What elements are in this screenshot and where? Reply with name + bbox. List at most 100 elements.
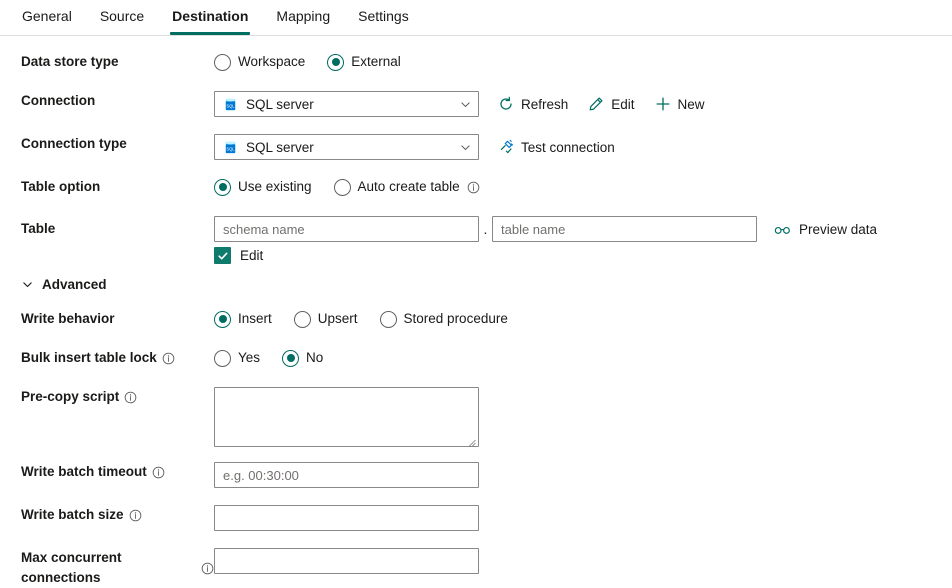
radio-group-bulk-insert-table-lock: Yes No	[214, 349, 323, 367]
radio-icon-yes[interactable]	[214, 350, 231, 367]
row-bulk-insert-table-lock: Bulk insert table lock Yes No	[0, 348, 952, 370]
radio-icon-use-existing[interactable]	[214, 179, 231, 196]
control-table-option: Use existing Auto create table	[214, 177, 952, 197]
radio-icon-workspace[interactable]	[214, 54, 231, 71]
row-table: Table . Preview data	[0, 216, 952, 264]
row-table-option: Table option Use existing Auto create ta…	[0, 177, 952, 199]
radio-option-no[interactable]: No	[282, 349, 323, 367]
sql-server-icon: SQL	[223, 97, 238, 112]
advanced-label: Advanced	[42, 277, 107, 292]
radio-label-use-existing: Use existing	[238, 178, 312, 196]
new-connection-button[interactable]: New	[655, 96, 705, 112]
tab-source[interactable]: Source	[86, 0, 158, 35]
label-text: Bulk insert table lock	[21, 348, 157, 368]
info-icon[interactable]	[152, 466, 165, 479]
control-max-concurrent-connections	[214, 548, 952, 574]
label-write-batch-timeout: Write batch timeout	[0, 462, 214, 482]
edit-checkbox-label: Edit	[240, 248, 263, 263]
radio-label-no: No	[306, 349, 323, 367]
label-pre-copy-script: Pre-copy script	[0, 387, 214, 407]
radio-label-auto-create-table: Auto create table	[358, 178, 460, 196]
radio-option-stored-procedure[interactable]: Stored procedure	[380, 310, 508, 328]
info-icon[interactable]	[201, 562, 214, 575]
radio-icon-insert[interactable]	[214, 311, 231, 328]
edit-connection-button[interactable]: Edit	[588, 96, 634, 112]
connection-commands: Refresh Edit New	[498, 96, 705, 112]
control-write-behavior: Insert Upsert Stored procedure	[214, 309, 952, 329]
tab-bar-divider	[0, 35, 952, 36]
preview-data-button[interactable]: Preview data	[774, 221, 877, 238]
write-batch-timeout-input[interactable]	[214, 462, 479, 488]
table-name-input[interactable]	[492, 216, 757, 242]
refresh-icon	[498, 96, 514, 112]
radio-option-insert[interactable]: Insert	[214, 310, 272, 328]
pre-copy-script-wrapper	[214, 387, 479, 450]
table-name-row: . Preview data	[214, 216, 877, 242]
refresh-button[interactable]: Refresh	[498, 96, 568, 112]
tab-mapping[interactable]: Mapping	[262, 0, 344, 35]
connection-dropdown[interactable]: SQL SQL server	[214, 91, 479, 117]
row-max-concurrent-connections: Max concurrent connections	[0, 548, 952, 588]
label-text: Write behavior	[21, 309, 115, 329]
label-text: Data store type	[21, 52, 119, 72]
info-icon[interactable]	[129, 509, 142, 522]
radio-icon-no[interactable]	[282, 350, 299, 367]
plus-icon	[655, 96, 671, 112]
radio-icon-external[interactable]	[327, 54, 344, 71]
row-write-batch-timeout: Write batch timeout	[0, 462, 952, 488]
sql-server-icon: SQL	[223, 140, 238, 155]
advanced-section-toggle[interactable]: Advanced	[0, 277, 107, 292]
label-data-store-type: Data store type	[0, 52, 214, 72]
row-write-batch-size: Write batch size	[0, 505, 952, 531]
label-text: Connection type	[21, 134, 127, 154]
connection-type-dropdown[interactable]: SQL SQL server	[214, 134, 479, 160]
row-connection-type: Connection type SQL SQL server	[0, 134, 952, 160]
chevron-down-icon	[459, 141, 472, 154]
glasses-icon	[774, 221, 791, 238]
check-icon	[217, 250, 229, 262]
radio-icon-stored-procedure[interactable]	[380, 311, 397, 328]
edit-checkbox[interactable]	[214, 247, 231, 264]
radio-group-write-behavior: Insert Upsert Stored procedure	[214, 310, 508, 328]
radio-label-upsert: Upsert	[318, 310, 358, 328]
test-connection-label: Test connection	[521, 140, 615, 155]
radio-option-workspace[interactable]: Workspace	[214, 53, 305, 71]
label-max-concurrent-connections: Max concurrent connections	[0, 548, 214, 588]
radio-option-use-existing[interactable]: Use existing	[214, 178, 312, 196]
radio-option-auto-create-table[interactable]: Auto create table	[334, 178, 480, 196]
info-icon[interactable]	[467, 181, 480, 194]
label-text: Write batch size	[21, 505, 124, 525]
test-connection-button[interactable]: Test connection	[498, 139, 615, 155]
tab-bar: General Source Destination Mapping Setti…	[0, 0, 952, 36]
tab-settings[interactable]: Settings	[344, 0, 423, 35]
radio-label-yes: Yes	[238, 349, 260, 367]
control-write-batch-size	[214, 505, 952, 531]
radio-icon-upsert[interactable]	[294, 311, 311, 328]
destination-form: Data store type Workspace External Conne…	[0, 36, 952, 588]
connection-value: SQL server	[246, 97, 459, 112]
radio-option-external[interactable]: External	[327, 53, 401, 71]
radio-icon-auto-create-table[interactable]	[334, 179, 351, 196]
schema-name-input[interactable]	[214, 216, 479, 242]
label-text: Pre-copy script	[21, 387, 119, 407]
write-batch-size-input[interactable]	[214, 505, 479, 531]
chevron-down-icon	[21, 278, 34, 291]
tab-destination[interactable]: Destination	[158, 0, 262, 35]
info-icon[interactable]	[162, 352, 175, 365]
test-connection-group: Test connection	[498, 139, 615, 155]
label-write-batch-size: Write batch size	[0, 505, 214, 525]
svg-text:SQL: SQL	[226, 146, 235, 151]
label-text: Max concurrent connections	[21, 548, 196, 588]
control-data-store-type: Workspace External	[214, 52, 952, 72]
tab-general[interactable]: General	[8, 0, 86, 35]
radio-label-stored-procedure: Stored procedure	[404, 310, 508, 328]
radio-option-upsert[interactable]: Upsert	[294, 310, 358, 328]
radio-option-yes[interactable]: Yes	[214, 349, 260, 367]
info-icon[interactable]	[124, 391, 137, 404]
row-data-store-type: Data store type Workspace External	[0, 52, 952, 74]
refresh-label: Refresh	[521, 97, 568, 112]
edit-checkbox-row: Edit	[214, 247, 877, 264]
row-pre-copy-script: Pre-copy script	[0, 387, 952, 450]
max-concurrent-connections-input[interactable]	[214, 548, 479, 574]
pre-copy-script-textarea[interactable]	[214, 387, 479, 447]
